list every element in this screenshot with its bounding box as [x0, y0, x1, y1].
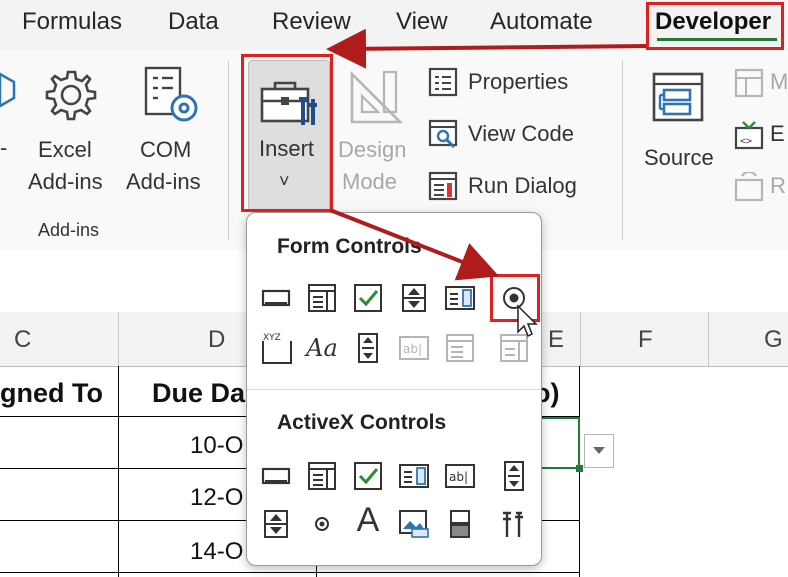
arrow-to-option-button — [329, 208, 500, 281]
mouse-cursor-icon — [517, 304, 538, 338]
annotation-overlay — [326, 28, 647, 338]
arrow-to-insert — [326, 28, 647, 69]
